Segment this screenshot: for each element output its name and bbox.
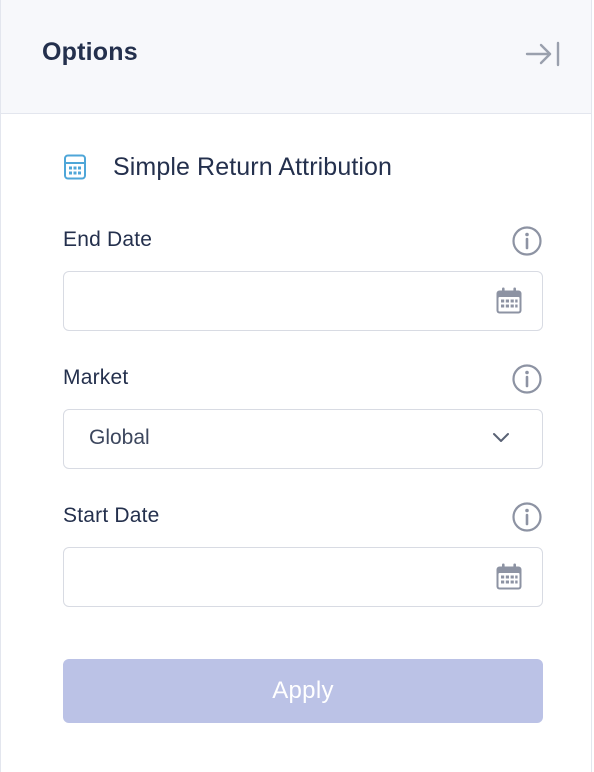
end-date-field[interactable]	[63, 271, 543, 331]
calculator-icon	[64, 154, 86, 180]
collapse-panel-button[interactable]	[523, 38, 563, 70]
end-date-label: End Date	[63, 228, 153, 251]
section-heading: Simple Return Attribution	[63, 152, 392, 182]
end-date-input[interactable]	[64, 272, 484, 329]
calendar-icon[interactable]	[495, 287, 523, 315]
chevron-down-icon	[493, 433, 509, 442]
options-panel: Options Simple Return Attribution End Da…	[0, 0, 592, 772]
start-date-info-icon[interactable]	[511, 501, 543, 533]
panel-header: Options	[1, 0, 591, 114]
market-selected-value: Global	[89, 426, 150, 449]
start-date-label: Start Date	[63, 504, 160, 527]
section-title: Simple Return Attribution	[113, 152, 393, 181]
market-label: Market	[63, 366, 129, 389]
start-date-field[interactable]	[63, 547, 543, 607]
market-select[interactable]: Global	[63, 409, 543, 469]
start-date-input[interactable]	[64, 548, 484, 605]
market-info-icon[interactable]	[511, 363, 543, 395]
collapse-right-icon	[525, 41, 560, 67]
apply-button[interactable]: Apply	[63, 659, 543, 723]
end-date-info-icon[interactable]	[511, 225, 543, 257]
calendar-icon[interactable]	[495, 563, 523, 591]
panel-title: Options	[42, 38, 138, 66]
